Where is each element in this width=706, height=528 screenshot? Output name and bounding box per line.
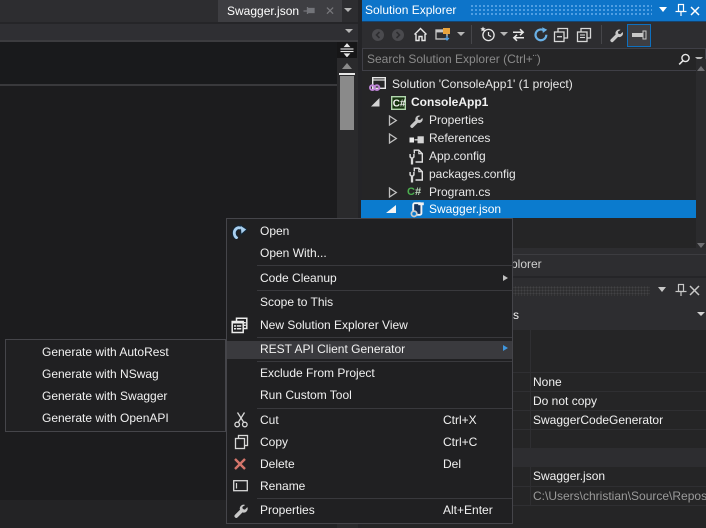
svg-text:C#: C# xyxy=(393,99,406,110)
